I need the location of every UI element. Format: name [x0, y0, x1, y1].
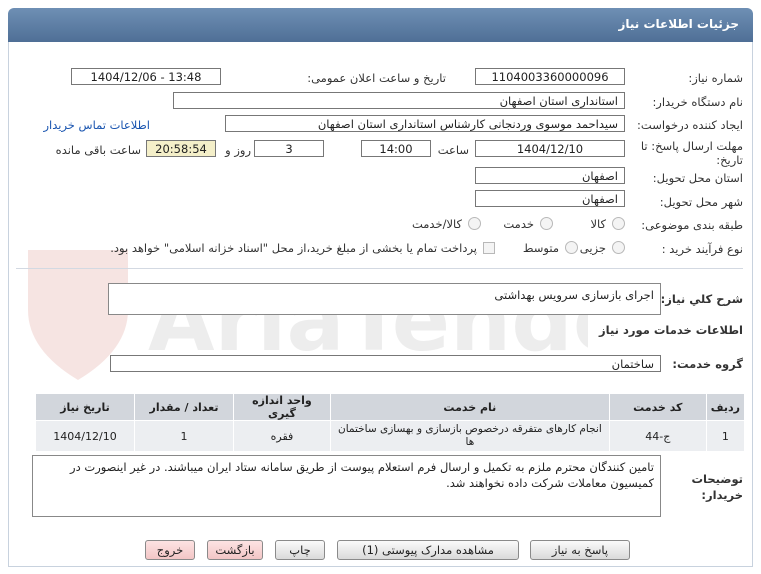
purchase-option-minor: جزیی — [579, 241, 606, 255]
deadline-label: مهلت ارسال پاسخ: تا — [640, 139, 743, 153]
table-header-row: ردیف کد خدمت نام خدمت واحد اندازه گیری ت… — [35, 393, 746, 421]
print-button[interactable]: چاپ — [275, 540, 325, 560]
category-radio-goods[interactable] — [612, 217, 625, 230]
announce-label: تاریخ و ساعت اعلان عمومی: — [307, 71, 446, 85]
col-unit: واحد اندازه گیری — [232, 393, 331, 421]
deadline-date-field: 1404/12/10 — [475, 140, 625, 157]
remaining-time-label: ساعت باقی مانده — [55, 143, 141, 157]
category-option-goods: کالا — [590, 217, 606, 231]
section-divider — [16, 268, 743, 269]
province-label: استان محل تحویل: — [652, 171, 743, 185]
cell-unit: فقره — [232, 420, 331, 452]
exit-button[interactable]: خروج — [145, 540, 195, 560]
notes-text: تامین کنندگان محترم ملزم به تکمیل و ارسا… — [70, 460, 654, 490]
col-row: ردیف — [705, 393, 746, 421]
col-name: نام خدمت — [329, 393, 610, 421]
category-option-goods-service: کالا/خدمت — [411, 217, 462, 231]
service-group-field: ساختمان — [110, 355, 661, 372]
remaining-time-field: 20:58:54 — [146, 140, 216, 157]
notes-label: توضیحات — [691, 472, 744, 486]
deadline-time-label: ساعت — [437, 143, 469, 157]
cell-code: ج-44 — [608, 420, 707, 452]
purchase-type-label: نوع فرآیند خرید : — [661, 242, 743, 256]
title-bar: جزئیات اطلاعات نیاز — [8, 8, 753, 42]
purchase-radio-minor[interactable] — [612, 241, 625, 254]
creator-label: ایجاد کننده درخواست: — [637, 118, 743, 132]
category-label: طبقه بندی موضوعی: — [641, 218, 743, 232]
summary-textarea[interactable]: اجرای بازسازی سرویس بهداشتی — [108, 283, 661, 315]
deadline-time-field: 14:00 — [361, 140, 431, 157]
services-section-title: اطلاعات خدمات مورد نیاز — [599, 323, 743, 337]
summary-label: شرح کلي نياز: — [660, 292, 743, 306]
announce-field: 1404/12/06 - 13:48 — [71, 68, 221, 85]
back-button[interactable]: بازگشت — [207, 540, 263, 560]
cell-name: انجام کارهای متفرقه درخصوص بازسازی و بهس… — [329, 420, 610, 452]
reply-button[interactable]: پاسخ به نیاز — [530, 540, 630, 560]
cell-qty: 1 — [134, 420, 234, 452]
service-group-label: گروه خدمت: — [672, 357, 743, 371]
view-attachments-button[interactable]: مشاهده مدارک پیوستی (1) — [337, 540, 519, 560]
days-label: روز و — [225, 143, 251, 157]
need-number-label: شماره نیاز: — [688, 71, 743, 85]
province-field: اصفهان — [475, 167, 625, 184]
city-label: شهر محل تحویل: — [659, 195, 743, 209]
buyer-contact-link[interactable]: اطلاعات تماس خریدار — [43, 118, 150, 132]
page-title: جزئیات اطلاعات نیاز — [618, 17, 739, 31]
need-number-field: 1104003360000096 — [475, 68, 625, 85]
creator-field: سیداحمد موسوی وردنجانی کارشناس استانداری… — [225, 115, 625, 132]
treasury-bonds-checkbox[interactable] — [483, 242, 495, 254]
summary-text: اجرای بازسازی سرویس بهداشتی — [494, 288, 654, 302]
notes-textarea[interactable]: تامین کنندگان محترم ملزم به تکمیل و ارسا… — [32, 455, 661, 517]
cell-row: 1 — [705, 420, 746, 452]
treasury-bonds-note: پرداخت تمام یا بخشی از مبلغ خرید،از محل … — [110, 241, 477, 255]
category-radio-goods-service[interactable] — [468, 217, 481, 230]
deadline-date-label: تاریخ: — [716, 153, 743, 167]
purchase-radio-medium[interactable] — [565, 241, 578, 254]
col-date: تاریخ نیاز — [35, 393, 135, 421]
services-table: ردیف کد خدمت نام خدمت واحد اندازه گیری ت… — [35, 393, 746, 452]
purchase-option-medium: متوسط — [522, 241, 559, 255]
col-qty: تعداد / مقدار — [134, 393, 234, 421]
table-row: 1 ج-44 انجام کارهای متفرقه درخصوص بازساز… — [35, 420, 746, 452]
buyer-org-label: نام دستگاه خریدار: — [652, 95, 743, 109]
buyer-org-field: استانداری استان اصفهان — [173, 92, 625, 109]
days-remaining-field: 3 — [254, 140, 324, 157]
category-radio-service[interactable] — [540, 217, 553, 230]
city-field: اصفهان — [475, 190, 625, 207]
category-option-service: خدمت — [503, 217, 534, 231]
cell-date: 1404/12/10 — [35, 420, 135, 452]
notes-label-buyer: خریدار: — [701, 488, 743, 502]
col-code: کد خدمت — [608, 393, 707, 421]
